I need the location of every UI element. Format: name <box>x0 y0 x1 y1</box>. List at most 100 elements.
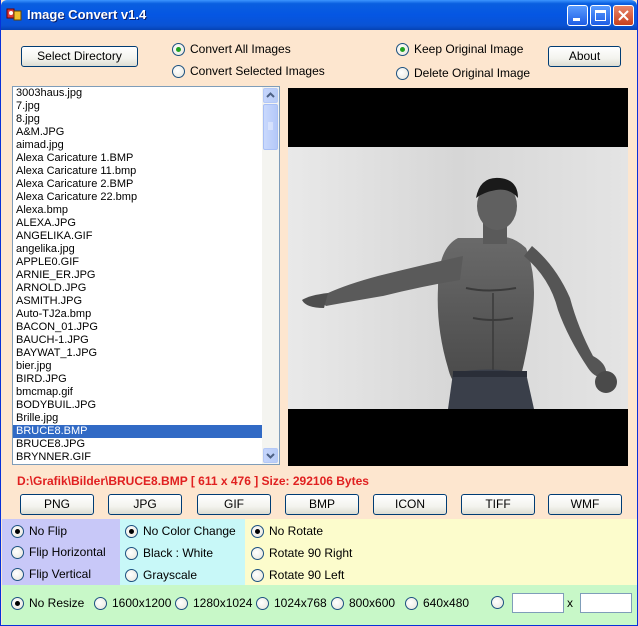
file-list-item[interactable]: Alexa Caricature 11.bmp <box>13 165 262 178</box>
file-list-item[interactable]: ANGELIKA.GIF <box>13 230 262 243</box>
close-button[interactable] <box>613 5 634 26</box>
radio-dot[interactable] <box>172 64 185 78</box>
format-button-icon[interactable]: ICON <box>373 494 447 515</box>
radio-dot[interactable] <box>11 524 24 538</box>
file-list-item[interactable]: Alexa Caricature 1.BMP <box>13 152 262 165</box>
file-list-item[interactable]: ARNOLD.JPG <box>13 282 262 295</box>
grip-icon <box>268 122 273 130</box>
flip-vertical-radio[interactable]: Flip Vertical <box>11 567 91 581</box>
no-resize-radio[interactable]: No Resize <box>11 596 84 610</box>
radio-dot[interactable] <box>251 546 264 560</box>
radio-dot[interactable] <box>405 596 418 610</box>
file-list-item[interactable]: ALEXA.JPG <box>13 217 262 230</box>
convert-selected-radio[interactable]: Convert Selected Images <box>172 64 325 78</box>
file-list-item[interactable]: ARNIE_ER.JPG <box>13 269 262 282</box>
radio-dot[interactable] <box>11 545 24 559</box>
radio-dot[interactable] <box>11 567 24 581</box>
radio-label: 1024x768 <box>274 596 327 610</box>
file-list-item[interactable]: bier.jpg <box>13 360 262 373</box>
scroll-up-button[interactable] <box>263 88 278 103</box>
flip-horizontal-radio[interactable]: Flip Horizontal <box>11 545 106 559</box>
file-list-item[interactable]: BRYNNER.GIF <box>13 451 262 464</box>
maximize-button[interactable] <box>590 5 611 26</box>
resize-1024-radio[interactable]: 1024x768 <box>256 596 327 610</box>
file-list-item[interactable]: 8.jpg <box>13 113 262 126</box>
format-button-bmp[interactable]: BMP <box>285 494 359 515</box>
file-list-item[interactable]: 7.jpg <box>13 100 262 113</box>
radio-dot[interactable] <box>396 42 409 56</box>
no-rotate-radio[interactable]: No Rotate <box>251 524 323 538</box>
file-list-item[interactable]: BAYWAT_1.JPG <box>13 347 262 360</box>
custom-height-input[interactable] <box>580 593 632 613</box>
resize-800-radio[interactable]: 800x600 <box>331 596 395 610</box>
file-list-item[interactable]: BACON_01.JPG <box>13 321 262 334</box>
radio-dot[interactable] <box>251 524 264 538</box>
radio-label: 640x480 <box>423 596 470 610</box>
file-list-items[interactable]: 3003haus.jpg 7.jpg 8.jpg A&M.JPG aimad.jpg Al… <box>13 87 262 464</box>
file-list-item[interactable]: Brille.jpg <box>13 412 262 425</box>
radio-dot[interactable] <box>491 596 504 609</box>
file-list-item[interactable]: BRUCE8.BMP <box>13 425 262 438</box>
radio-dot[interactable] <box>331 596 344 610</box>
no-flip-radio[interactable]: No Flip <box>11 524 67 538</box>
radio-dot[interactable] <box>251 568 264 582</box>
file-list-item[interactable]: ASMITH.JPG <box>13 295 262 308</box>
format-button-tiff[interactable]: TIFF <box>461 494 535 515</box>
format-button-gif[interactable]: GIF <box>197 494 271 515</box>
file-list-item[interactable]: BODYBUIL.JPG <box>13 399 262 412</box>
file-list-item[interactable]: A&M.JPG <box>13 126 262 139</box>
file-list-item[interactable]: Auto-TJ2a.bmp <box>13 308 262 321</box>
radio-dot[interactable] <box>125 524 138 538</box>
file-list-item[interactable]: angelika.jpg <box>13 243 262 256</box>
file-list-scrollbar[interactable] <box>262 87 279 464</box>
app-window: Image Convert v1.4 Select Directory Abou… <box>0 0 638 626</box>
file-list-item[interactable]: 3003haus.jpg <box>13 87 262 100</box>
file-list-item[interactable]: bmcmap.gif <box>13 386 262 399</box>
radio-dot[interactable] <box>172 42 185 56</box>
minimize-button[interactable] <box>567 5 588 26</box>
rotate-90-right-radio[interactable]: Rotate 90 Right <box>251 546 352 560</box>
file-list-item[interactable]: BIRD.JPG <box>13 373 262 386</box>
resize-1600-radio[interactable]: 1600x1200 <box>94 596 171 610</box>
convert-all-radio[interactable]: Convert All Images <box>172 42 291 56</box>
radio-dot[interactable] <box>396 66 409 80</box>
file-list-item[interactable]: BRUCE8.JPG <box>13 438 262 451</box>
chevron-up-icon <box>266 92 275 98</box>
about-button[interactable]: About <box>548 46 621 67</box>
file-list-item[interactable]: aimad.jpg <box>13 139 262 152</box>
file-list[interactable]: 3003haus.jpg 7.jpg 8.jpg A&M.JPG aimad.jpg Al… <box>12 86 280 465</box>
radio-label: Convert All Images <box>190 42 291 56</box>
title-bar[interactable]: Image Convert v1.4 <box>1 0 637 30</box>
window-title: Image Convert v1.4 <box>27 7 147 22</box>
file-list-item[interactable]: Alexa Caricature 22.bmp <box>13 191 262 204</box>
radio-dot[interactable] <box>11 596 24 610</box>
resize-1280-radio[interactable]: 1280x1024 <box>175 596 252 610</box>
radio-dot[interactable] <box>256 596 269 610</box>
resize-custom-radio[interactable] <box>491 596 509 609</box>
format-button-jpg[interactable]: JPG <box>108 494 182 515</box>
radio-dot[interactable] <box>175 596 188 610</box>
delete-original-radio[interactable]: Delete Original Image <box>396 66 530 80</box>
grayscale-radio[interactable]: Grayscale <box>125 568 197 582</box>
file-list-item[interactable]: Alexa Caricature 2.BMP <box>13 178 262 191</box>
format-button-wmf[interactable]: WMF <box>548 494 622 515</box>
file-list-item[interactable]: APPLE0.GIF <box>13 256 262 269</box>
black-white-radio[interactable]: Black : White <box>125 546 213 560</box>
radio-dot[interactable] <box>125 546 138 560</box>
file-list-item[interactable]: Alexa.bmp <box>13 204 262 217</box>
no-color-change-radio[interactable]: No Color Change <box>125 524 236 538</box>
resize-640-radio[interactable]: 640x480 <box>405 596 469 610</box>
file-list-item[interactable]: BAUCH-1.JPG <box>13 334 262 347</box>
select-directory-button[interactable]: Select Directory <box>21 46 138 67</box>
format-button-png[interactable]: PNG <box>20 494 94 515</box>
radio-label: Delete Original Image <box>414 66 531 80</box>
radio-label: Flip Horizontal <box>29 545 106 559</box>
custom-width-input[interactable] <box>512 593 564 613</box>
radio-dot[interactable] <box>94 596 107 610</box>
radio-label: Convert Selected Images <box>190 64 325 78</box>
keep-original-radio[interactable]: Keep Original Image <box>396 42 523 56</box>
rotate-90-left-radio[interactable]: Rotate 90 Left <box>251 568 344 582</box>
scroll-down-button[interactable] <box>263 448 278 463</box>
scroll-thumb[interactable] <box>263 104 278 150</box>
radio-dot[interactable] <box>125 568 138 582</box>
